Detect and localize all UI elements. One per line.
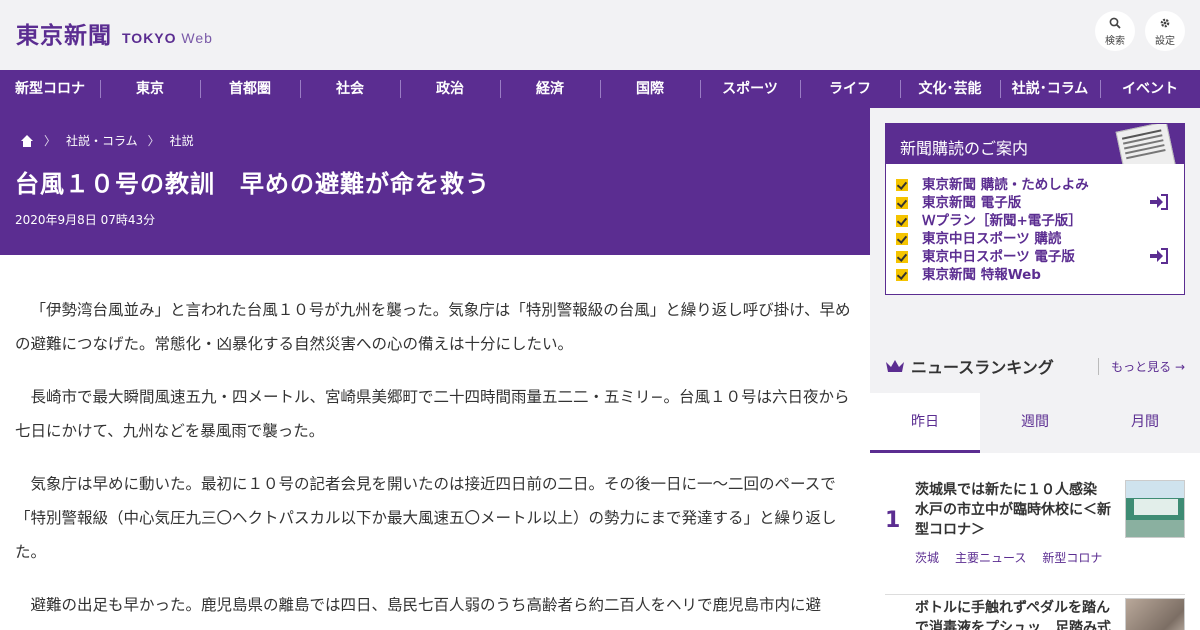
nav-item-culture[interactable]: 文化･芸能 [900,70,1000,108]
ranking-more-link[interactable]: もっと見る → [1098,358,1185,375]
ranking-tags: 茨城 主要ニュース 新型コロナ [915,549,1102,566]
ranking-item[interactable]: 1 茨城県では新たに１０人感染 水戸の市立中が臨時休校に＜新型コロナ＞ 茨城 主… [885,480,1185,600]
home-icon[interactable] [20,134,34,147]
login-icon[interactable] [1149,194,1169,210]
subscription-item[interactable]: 東京中日スポーツ 電子版 [896,248,1184,266]
ranking-item-title[interactable]: ボトルに手触れずペダルを踏んで消毒液をプシュッ 足踏み式 [915,598,1115,630]
article-date: 2020年9月8日 07時43分 [15,213,156,227]
subscription-heading: 新聞購読のご案内 [900,139,1029,158]
article-paragraph: 避難の出足も早かった。鹿児島県の離島では四日、島民七百人弱のうち高齢者ら約二百人… [30,596,822,614]
site-logo[interactable]: 東京新聞 TOKYO Web [16,16,213,50]
search-label: 検索 [1105,36,1125,47]
ranking-item-title[interactable]: 茨城県では新たに１０人感染 水戸の市立中が臨時休校に＜新型コロナ＞ [915,480,1115,540]
article-title: 台風１０号の教訓 早めの避難が命を救う [15,170,490,198]
settings-button[interactable]: 設定 [1145,11,1185,51]
article-paragraph: 「伊勢湾台風並み」と言われた台風１０号が九州を襲った。気象庁は「特別警報級の台風… [15,301,851,353]
ranking-more-label: もっと見る [1111,360,1172,374]
article-paragraph: 長崎市で最大瞬間風速五九・四メートル、宮崎県美郷町で二十四時間雨量五二二・五ミリ… [15,388,850,440]
breadcrumb: 〉 社説・コラム 〉 社説 [20,132,194,149]
logo-web: Web [181,30,213,46]
nav-item-sports[interactable]: スポーツ [700,70,800,108]
settings-label: 設定 [1155,36,1175,47]
subscription-item-label: 東京中日スポーツ 購読 [922,231,1062,247]
nav-item-metropolitan[interactable]: 首都圏 [200,70,300,108]
tab-monthly[interactable]: 月間 [1090,393,1200,453]
tab-yesterday[interactable]: 昨日 [870,393,980,453]
breadcrumb-separator: 〉 [147,134,160,148]
article-header: 〉 社説・コラム 〉 社説 台風１０号の教訓 早めの避難が命を救う 2020年9… [0,108,870,255]
article-paragraph: 気象庁は早めに動いた。最初に１０号の記者会見を開いたのは接近四日前の二日。その後… [15,475,837,561]
check-icon [896,269,908,281]
check-icon [896,197,908,209]
breadcrumb-separator: 〉 [44,134,57,148]
subscription-item-label: 東京中日スポーツ 電子版 [922,249,1075,265]
check-icon [896,215,908,227]
global-nav: 新型コロナ 東京 首都圏 社会 政治 経済 国際 スポーツ ライフ 文化･芸能 … [0,70,1200,108]
ranking-thumbnail[interactable] [1125,480,1185,538]
check-icon [896,251,908,263]
subscription-item[interactable]: Ｗプラン［新聞+電子版］ [896,212,1184,230]
ranking-header: ニュースランキング もっと見る → [885,354,1185,378]
logo-japanese: 東京新聞 [16,22,112,49]
ranking-item[interactable]: ボトルに手触れずペダルを踏んで消毒液をプシュッ 足踏み式 [885,598,1185,630]
subscription-list: 東京新聞 購読・ためしよみ 東京新聞 電子版 Ｗプラン［新聞+電子版］ 東京中日… [886,164,1184,284]
site-header: 東京新聞 TOKYO Web 検索 設定 [0,0,1200,70]
ranking-title: ニュースランキング [911,358,1054,377]
arrow-right-icon: → [1174,360,1185,374]
subscription-item-label: Ｗプラン［新聞+電子版］ [922,213,1082,229]
nav-item-editorial[interactable]: 社説･コラム [1000,70,1100,108]
subscription-item[interactable]: 東京新聞 特報Web [896,266,1184,284]
tab-weekly[interactable]: 週間 [980,393,1090,453]
nav-item-politics[interactable]: 政治 [400,70,500,108]
search-button[interactable]: 検索 [1095,11,1135,51]
nav-item-events[interactable]: イベント [1100,70,1200,108]
subscription-item-label: 東京新聞 購読・ためしよみ [922,177,1089,193]
ranking-number: 1 [885,508,901,533]
tag-link[interactable]: 新型コロナ [1042,549,1102,566]
ranking-list: 1 茨城県では新たに１０人感染 水戸の市立中が臨時休校に＜新型コロナ＞ 茨城 主… [870,453,1200,630]
nav-item-life[interactable]: ライフ [800,70,900,108]
subscription-box: 新聞購読のご案内 東京新聞 購読・ためしよみ 東京新聞 電子版 Ｗプラン［新聞+… [885,123,1185,295]
ranking-tabs: 昨日 週間 月間 [870,393,1200,453]
ranking-thumbnail[interactable] [1125,598,1185,630]
subscription-item[interactable]: 東京新聞 電子版 [896,194,1184,212]
tag-link[interactable]: 茨城 [915,549,939,566]
nav-item-international[interactable]: 国際 [600,70,700,108]
logo-tokyo: TOKYO [122,30,177,46]
subscription-header: 新聞購読のご案内 [886,124,1184,164]
subscription-item[interactable]: 東京中日スポーツ 購読 [896,230,1184,248]
subscription-item-label: 東京新聞 電子版 [922,195,1022,211]
crown-icon [886,360,904,372]
nav-item-economy[interactable]: 経済 [500,70,600,108]
logo-english: TOKYO Web [122,30,213,46]
check-icon [896,233,908,245]
subscription-item[interactable]: 東京新聞 購読・ためしよみ [896,176,1184,194]
ranking-divider [885,594,1185,595]
nav-item-tokyo[interactable]: 東京 [100,70,200,108]
check-icon [896,179,908,191]
nav-item-covid[interactable]: 新型コロナ [0,70,100,108]
search-icon [1109,17,1121,29]
newspaper-image [1115,124,1177,164]
breadcrumb-editorial[interactable]: 社説 [170,132,194,149]
breadcrumb-editorial-column[interactable]: 社説・コラム [66,132,138,149]
tag-link[interactable]: 主要ニュース [955,549,1026,566]
gear-icon [1160,18,1170,28]
nav-item-society[interactable]: 社会 [300,70,400,108]
login-icon[interactable] [1149,248,1169,264]
subscription-item-label: 東京新聞 特報Web [922,267,1041,283]
article-body: 「伊勢湾台風並み」と言われた台風１０号が九州を襲った。気象庁は「特別警報級の台風… [0,255,870,630]
